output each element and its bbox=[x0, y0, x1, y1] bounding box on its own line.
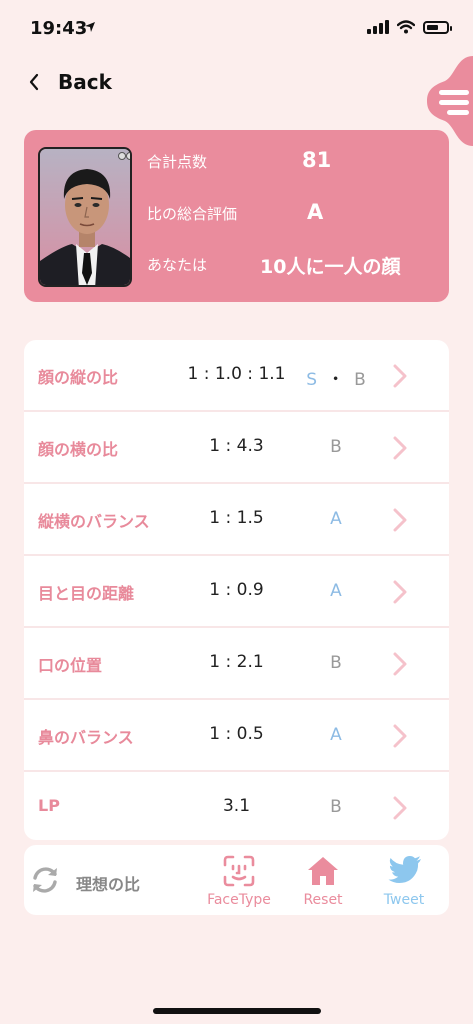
grade-badge: A bbox=[330, 725, 342, 745]
grade-group: B bbox=[286, 797, 386, 817]
summary-card: 合計点数 81 比の総合評価 A あなたは 10人に一人の顔 bbox=[24, 130, 449, 302]
ratio-label: 鼻のバランス bbox=[38, 728, 134, 747]
grade-badge: B bbox=[330, 437, 342, 457]
facetype-label: FaceType bbox=[207, 892, 271, 908]
grade-group: A bbox=[286, 581, 386, 601]
back-label: Back bbox=[58, 70, 112, 94]
chevron-left-icon bbox=[29, 73, 39, 91]
ratio-row[interactable]: 目と目の距離 1 : 0.9 A bbox=[24, 556, 449, 628]
grade-badge: A bbox=[330, 581, 342, 601]
chevron-right-icon bbox=[393, 724, 407, 748]
chevron-right-icon bbox=[393, 364, 407, 388]
ratio-list: 顔の縦の比 1 : 1.0 : 1.1 S ・ B 顔の横の比 1 : 4.3 B 縦横のバラン… bbox=[24, 340, 449, 840]
ratio-row[interactable]: 顔の横の比 1 : 4.3 B bbox=[24, 412, 449, 484]
grade-badge: B bbox=[330, 797, 342, 817]
grade-badge: B bbox=[330, 653, 342, 673]
facetype-button[interactable]: FaceType bbox=[199, 845, 279, 915]
ratio-value: 1 : 2.1 bbox=[209, 652, 264, 672]
grade-badge: B bbox=[354, 370, 366, 390]
face-photo bbox=[38, 147, 132, 287]
face-id-icon bbox=[223, 855, 255, 887]
grade-badge: A bbox=[330, 509, 342, 529]
reset-button[interactable]: Reset bbox=[283, 845, 363, 915]
chevron-right-icon bbox=[393, 796, 407, 820]
cellular-signal-icon bbox=[367, 20, 389, 34]
ratio-label: 縦横のバランス bbox=[38, 512, 150, 531]
chevron-right-icon bbox=[393, 580, 407, 604]
grade-badge: S bbox=[306, 370, 318, 390]
ratio-value: 1 : 0.9 bbox=[209, 580, 264, 600]
ratio-row[interactable]: LP 3.1 B bbox=[24, 772, 449, 840]
location-arrow-icon bbox=[85, 22, 95, 32]
reset-label: Reset bbox=[303, 892, 343, 908]
home-indicator bbox=[153, 1008, 321, 1014]
ideal-ratio-button[interactable]: 理想の比 bbox=[24, 845, 164, 915]
bottom-toolbar: 理想の比 FaceType Reset Tweet bbox=[24, 845, 449, 915]
grade-group: S ・ B bbox=[286, 365, 386, 390]
grade-separator: ・ bbox=[327, 370, 345, 390]
ratio-value: 3.1 bbox=[222, 796, 251, 816]
ratio-row[interactable]: 鼻のバランス 1 : 0.5 A bbox=[24, 700, 449, 772]
back-button[interactable]: Back bbox=[28, 70, 112, 94]
refresh-icon bbox=[33, 867, 57, 893]
status-time: 19:43 bbox=[30, 18, 88, 39]
ratio-value: 1 : 1.5 bbox=[209, 508, 264, 528]
total-score-value: 81 bbox=[302, 148, 332, 172]
grade-group: B bbox=[286, 437, 386, 457]
ratio-row[interactable]: 口の位置 1 : 2.1 B bbox=[24, 628, 449, 700]
ratio-label: 顔の横の比 bbox=[38, 440, 119, 459]
tweet-button[interactable]: Tweet bbox=[364, 845, 444, 915]
status-bar: 19:43 bbox=[0, 0, 473, 56]
total-score-label: 合計点数 bbox=[147, 153, 208, 171]
face-photo-image bbox=[40, 149, 130, 285]
home-icon bbox=[308, 857, 338, 885]
ideal-ratio-label: 理想の比 bbox=[76, 875, 141, 894]
ratio-row[interactable]: 顔の縦の比 1 : 1.0 : 1.1 S ・ B bbox=[24, 340, 449, 412]
ratio-row[interactable]: 縦横のバランス 1 : 1.5 A bbox=[24, 484, 449, 556]
twitter-bird-icon bbox=[388, 856, 421, 883]
grade-group: B bbox=[286, 653, 386, 673]
rarity-value: 10人に一人の顔 bbox=[260, 256, 401, 278]
grade-group: A bbox=[286, 725, 386, 745]
wifi-icon bbox=[397, 20, 415, 34]
rarity-label: あなたは bbox=[147, 256, 208, 274]
chevron-right-icon bbox=[393, 508, 407, 532]
ratio-label: 目と目の距離 bbox=[38, 584, 135, 603]
ratio-label: 顔の縦の比 bbox=[38, 368, 119, 387]
ratio-label: LP bbox=[38, 796, 60, 815]
grade-group: A bbox=[286, 509, 386, 529]
tweet-label: Tweet bbox=[383, 892, 425, 908]
chevron-right-icon bbox=[393, 652, 407, 676]
battery-icon bbox=[423, 20, 452, 34]
overall-rating-value: A bbox=[307, 200, 324, 224]
ratio-value: 1 : 0.5 bbox=[209, 724, 264, 744]
ratio-value: 1 : 4.3 bbox=[209, 436, 264, 456]
chevron-right-icon bbox=[393, 436, 407, 460]
status-icons bbox=[367, 20, 452, 34]
ratio-label: 口の位置 bbox=[38, 656, 103, 675]
overall-rating-label: 比の総合評価 bbox=[147, 205, 238, 223]
ratio-value: 1 : 1.0 : 1.1 bbox=[187, 364, 286, 384]
